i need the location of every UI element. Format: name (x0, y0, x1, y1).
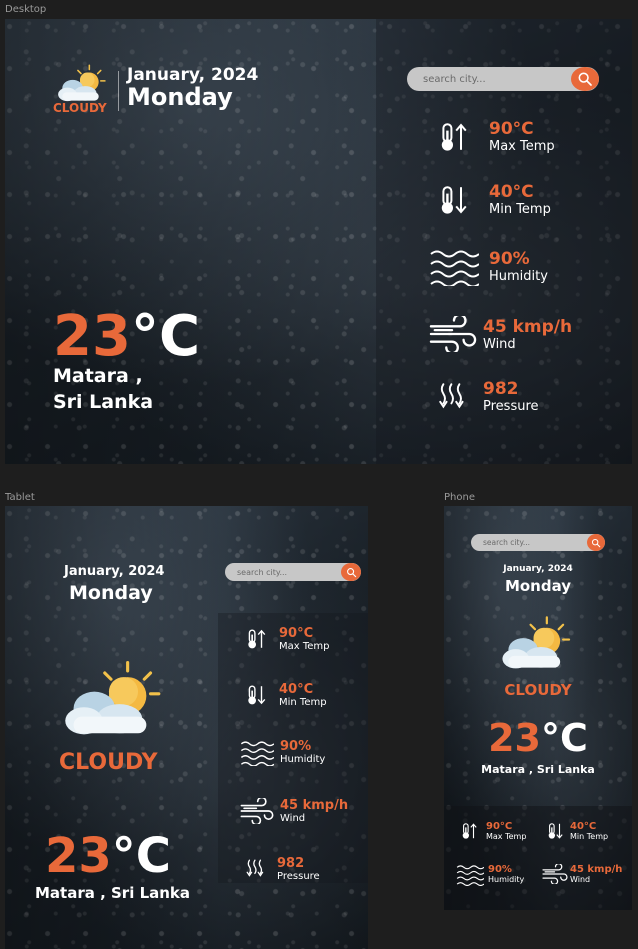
thermometer-down-icon (546, 821, 564, 841)
humidity-waves-icon (456, 862, 484, 886)
min-temp-value: 40°C (279, 682, 314, 697)
month-year: January, 2024 (503, 564, 573, 574)
min-temp-label: Min Temp (279, 697, 327, 708)
month-year: January, 2024 (127, 65, 259, 85)
condition-label: CLOUDY (59, 750, 158, 775)
min-temp-label: Min Temp (570, 832, 609, 841)
humidity-waves-icon (429, 246, 479, 286)
humidity-value: 90% (488, 864, 512, 875)
wind-icon (240, 798, 274, 824)
temp-unit: °C (541, 716, 588, 760)
day-name: Monday (504, 577, 572, 595)
phone-frame: search city... January, 2024 Monday CLOU… (444, 506, 632, 910)
thermometer-down-icon (245, 683, 267, 707)
max-temp-label: Max Temp (489, 139, 555, 154)
min-temp-value: 40°C (489, 182, 534, 202)
desktop-frame: CLOUDY January, 2024 Monday search city.… (5, 19, 632, 464)
current-temp: 23°C (45, 832, 171, 880)
current-temp: 23°C (53, 309, 200, 365)
month-year: January, 2024 (64, 564, 165, 579)
location-line-1: Matara , (53, 365, 143, 387)
thermometer-up-icon (437, 120, 469, 154)
temp-unit: °C (111, 828, 172, 884)
humidity-value: 90% (280, 739, 312, 754)
max-temp-value: 90°C (486, 821, 513, 832)
search-icon (346, 567, 357, 578)
tablet-frame: January, 2024 Monday search city... CLOU… (5, 506, 368, 949)
humidity-label: Humidity (280, 754, 326, 765)
temp-number: 23 (53, 304, 131, 369)
humidity-label: Humidity (489, 268, 548, 284)
search-bar[interactable]: search city... (471, 534, 605, 551)
location-line-2: Sri Lanka (53, 391, 154, 413)
pressure-label: Pressure (483, 399, 539, 414)
search-icon (577, 71, 593, 87)
pressure-value: 982 (483, 379, 519, 399)
current-temp: 23°C (444, 719, 632, 757)
wind-value: 45 kmp/h (483, 316, 573, 337)
pressure-value: 982 (277, 856, 305, 871)
search-input[interactable]: search city... (237, 568, 287, 577)
location: Matara , Sri Lanka (35, 884, 191, 902)
divider (118, 71, 119, 111)
humidity-value: 90% (489, 248, 530, 269)
pressure-label: Pressure (277, 871, 320, 882)
cloud-sun-icon (498, 614, 572, 674)
day-name: Monday (127, 83, 233, 111)
max-temp-value: 90°C (279, 626, 314, 641)
frame-label-tablet: Tablet (5, 492, 35, 503)
thermometer-down-icon (437, 183, 469, 217)
search-button[interactable] (587, 534, 605, 551)
day-name: Monday (69, 582, 153, 604)
thermometer-up-icon (460, 821, 478, 841)
min-temp-value: 40°C (570, 821, 597, 832)
temp-number: 23 (488, 716, 541, 760)
wind-label: Wind (570, 875, 591, 884)
max-temp-label: Max Temp (279, 641, 330, 652)
humidity-waves-icon (240, 738, 274, 766)
search-bar[interactable]: search city... (225, 563, 361, 581)
pressure-icon (437, 380, 469, 414)
frame-label-desktop: Desktop (5, 4, 47, 15)
temp-unit: °C (130, 304, 201, 369)
pressure-icon (245, 857, 267, 881)
search-bar[interactable]: search city... (407, 67, 599, 91)
max-temp-label: Max Temp (486, 832, 527, 841)
wind-label: Wind (483, 336, 516, 352)
cloud-sun-icon (55, 63, 107, 105)
wind-icon (542, 864, 568, 884)
wind-value: 45 kmp/h (280, 798, 349, 813)
wind-value: 45 kmp/h (570, 864, 623, 875)
frame-label-phone: Phone (444, 492, 475, 503)
search-button[interactable] (341, 563, 361, 581)
wind-icon (429, 316, 477, 352)
max-temp-value: 90°C (489, 119, 534, 139)
condition-label: CLOUDY (53, 101, 107, 115)
location: Matara , Sri Lanka (481, 763, 595, 776)
humidity-label: Humidity (488, 875, 525, 884)
thermometer-up-icon (245, 627, 267, 651)
cloud-sun-icon (59, 658, 163, 742)
search-icon (591, 538, 601, 548)
search-input[interactable]: search city... (423, 74, 486, 85)
wind-label: Wind (280, 813, 306, 824)
search-button[interactable] (571, 67, 599, 91)
min-temp-label: Min Temp (489, 202, 551, 217)
search-input[interactable]: search city... (483, 538, 530, 547)
temp-number: 23 (45, 828, 112, 884)
condition-label: CLOUDY (504, 681, 572, 699)
